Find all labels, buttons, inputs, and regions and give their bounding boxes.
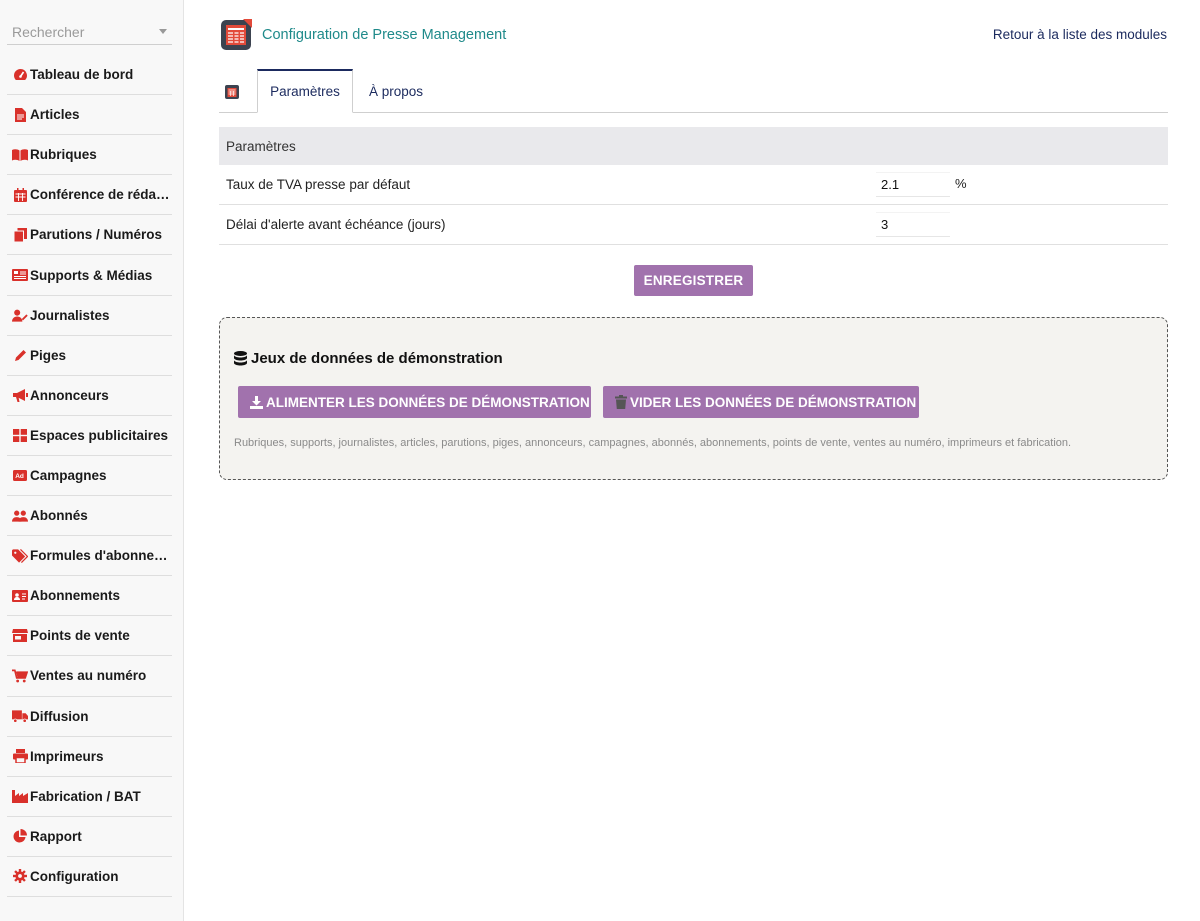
clear-demo-data-label: VIDER LES DONNÉES DE DÉMONSTRATION [630, 394, 917, 410]
load-demo-data-label: ALIMENTER LES DONNÉES DE DÉMONSTRATION [266, 394, 590, 410]
sidebar-item-articles[interactable]: Articles [7, 95, 172, 136]
sidebar-menu: Tableau de bord Articles Rubriques Confé… [7, 55, 172, 897]
cart-icon [12, 668, 28, 684]
download-icon [250, 395, 263, 409]
param-row-tva: Taux de TVA presse par défaut 2.1 % [219, 165, 1168, 205]
sidebar-item-label: Abonnés [30, 508, 88, 524]
sidebar-item-formules[interactable]: Formules d'abonne… [7, 536, 172, 577]
param-label: Délai d'alerte avant échéance (jours) [226, 217, 446, 232]
sidebar-item-label: Rapport [30, 828, 82, 844]
tags-icon [12, 548, 28, 564]
sidebar-item-label: Fabrication / BAT [30, 788, 141, 804]
sidebar-item-rubriques[interactable]: Rubriques [7, 135, 172, 176]
demo-title-text: Jeux de données de démonstration [251, 350, 503, 367]
page-title: Configuration de Presse Management [262, 27, 507, 43]
sidebar-item-piges[interactable]: Piges [7, 336, 172, 376]
sidebar-item-diffusion[interactable]: Diffusion [7, 697, 172, 737]
sidebar-item-journalistes[interactable]: Journalistes [7, 296, 172, 336]
sidebar-item-label: Imprimeurs [30, 748, 104, 764]
sidebar-item-label: Supports & Médias [30, 267, 153, 283]
sidebar-item-label: Piges [30, 347, 67, 363]
sidebar-item-points-de-vente[interactable]: Points de vente [7, 616, 172, 657]
sidebar-item-label: Parutions / Numéros [30, 227, 163, 243]
sidebar-item-configuration[interactable]: Configuration [7, 857, 172, 897]
chevron-down-icon[interactable] [159, 29, 167, 34]
sidebar-item-label: Points de vente [30, 628, 130, 644]
sidebar-item-label: Journalistes [30, 307, 110, 323]
svg-text:Ad: Ad [15, 473, 24, 480]
megaphone-icon [12, 387, 28, 403]
copy-icon [12, 227, 28, 243]
newspaper-icon [12, 267, 28, 283]
sidebar-item-label: Configuration [30, 868, 119, 884]
sidebar-item-imprimeurs[interactable]: Imprimeurs [7, 737, 172, 777]
book-icon [12, 147, 28, 163]
sidebar-item-label: Conférence de rédac… [30, 187, 172, 203]
sidebar-item-campagnes[interactable]: Ad Campagnes [7, 456, 172, 497]
tab-bar: Paramètres À propos [219, 69, 1168, 113]
sidebar-item-abonnes[interactable]: Abonnés [7, 496, 172, 537]
param-unit: % [955, 176, 967, 191]
printer-icon [12, 748, 28, 764]
database-icon [234, 351, 247, 366]
sidebar-item-fabrication[interactable]: Fabrication / BAT [7, 777, 172, 817]
sidebar-item-ventes[interactable]: Ventes au numéro [7, 656, 172, 697]
params-section-title: Paramètres [219, 127, 1168, 165]
sidebar-item-label: Campagnes [30, 467, 107, 483]
save-button[interactable]: ENREGISTRER [634, 265, 753, 296]
trash-icon [615, 395, 627, 409]
id-card-icon [12, 588, 28, 604]
sidebar: Rechercher Tableau de bord Articles Rubr… [0, 0, 184, 921]
store-icon [12, 628, 28, 644]
users-icon [12, 508, 28, 524]
sidebar-item-annonceurs[interactable]: Annonceurs [7, 376, 172, 416]
calendar-icon [12, 187, 28, 203]
ad-icon: Ad [12, 467, 28, 483]
sidebar-item-label: Diffusion [30, 708, 89, 724]
sidebar-item-rapport[interactable]: Rapport [7, 817, 172, 857]
alert-delay-input[interactable]: 3 [876, 212, 950, 237]
back-to-modules-link[interactable]: Retour à la liste des modules [993, 27, 1167, 42]
sidebar-item-conference[interactable]: Conférence de rédac… [7, 175, 172, 216]
sidebar-item-tableau-de-bord[interactable]: Tableau de bord [7, 55, 172, 96]
gear-icon [12, 868, 28, 884]
sidebar-item-abonnements[interactable]: Abonnements [7, 576, 172, 617]
sidebar-item-supports[interactable]: Supports & Médias [7, 255, 172, 296]
search-select[interactable]: Rechercher [7, 19, 172, 45]
params-table: Paramètres Taux de TVA presse par défaut… [219, 127, 1168, 245]
pencil-icon [12, 347, 28, 363]
main-content: Configuration de Presse Management Retou… [184, 0, 1200, 921]
param-label: Taux de TVA presse par défaut [226, 177, 411, 192]
truck-icon [12, 708, 28, 724]
grid-icon [12, 427, 28, 443]
tab-a-propos[interactable]: À propos [355, 69, 437, 113]
module-logo-icon [221, 19, 252, 50]
param-row-delai: Délai d'alerte avant échéance (jours) 3 [219, 205, 1168, 245]
tva-rate-input[interactable]: 2.1 [876, 172, 950, 197]
pie-chart-icon [12, 828, 28, 844]
demo-note: Rubriques, supports, journalistes, artic… [234, 437, 1072, 449]
search-placeholder: Rechercher [12, 24, 85, 40]
sidebar-item-espaces[interactable]: Espaces publicitaires [7, 416, 172, 456]
gauge-icon [12, 67, 28, 83]
demo-data-panel: Jeux de données de démonstration ALIMENT… [219, 317, 1168, 480]
industry-icon [12, 788, 28, 804]
user-pen-icon [12, 307, 28, 323]
sidebar-item-label: Formules d'abonne… [30, 548, 168, 564]
sidebar-item-label: Ventes au numéro [30, 668, 147, 684]
tab-parametres[interactable]: Paramètres [257, 69, 353, 113]
demo-title: Jeux de données de démonstration [234, 350, 503, 367]
sidebar-item-label: Abonnements [30, 588, 121, 604]
sidebar-item-label: Articles [30, 107, 80, 123]
module-tab-icon[interactable] [225, 85, 239, 99]
load-demo-data-button[interactable]: ALIMENTER LES DONNÉES DE DÉMONSTRATION [238, 386, 591, 418]
sidebar-item-parutions[interactable]: Parutions / Numéros [7, 215, 172, 256]
sidebar-item-label: Annonceurs [30, 387, 109, 403]
sidebar-item-label: Tableau de bord [30, 67, 134, 83]
clear-demo-data-button[interactable]: VIDER LES DONNÉES DE DÉMONSTRATION [603, 386, 919, 418]
sidebar-item-label: Rubriques [30, 147, 97, 163]
file-icon [12, 107, 28, 123]
sidebar-item-label: Espaces publicitaires [30, 427, 169, 443]
